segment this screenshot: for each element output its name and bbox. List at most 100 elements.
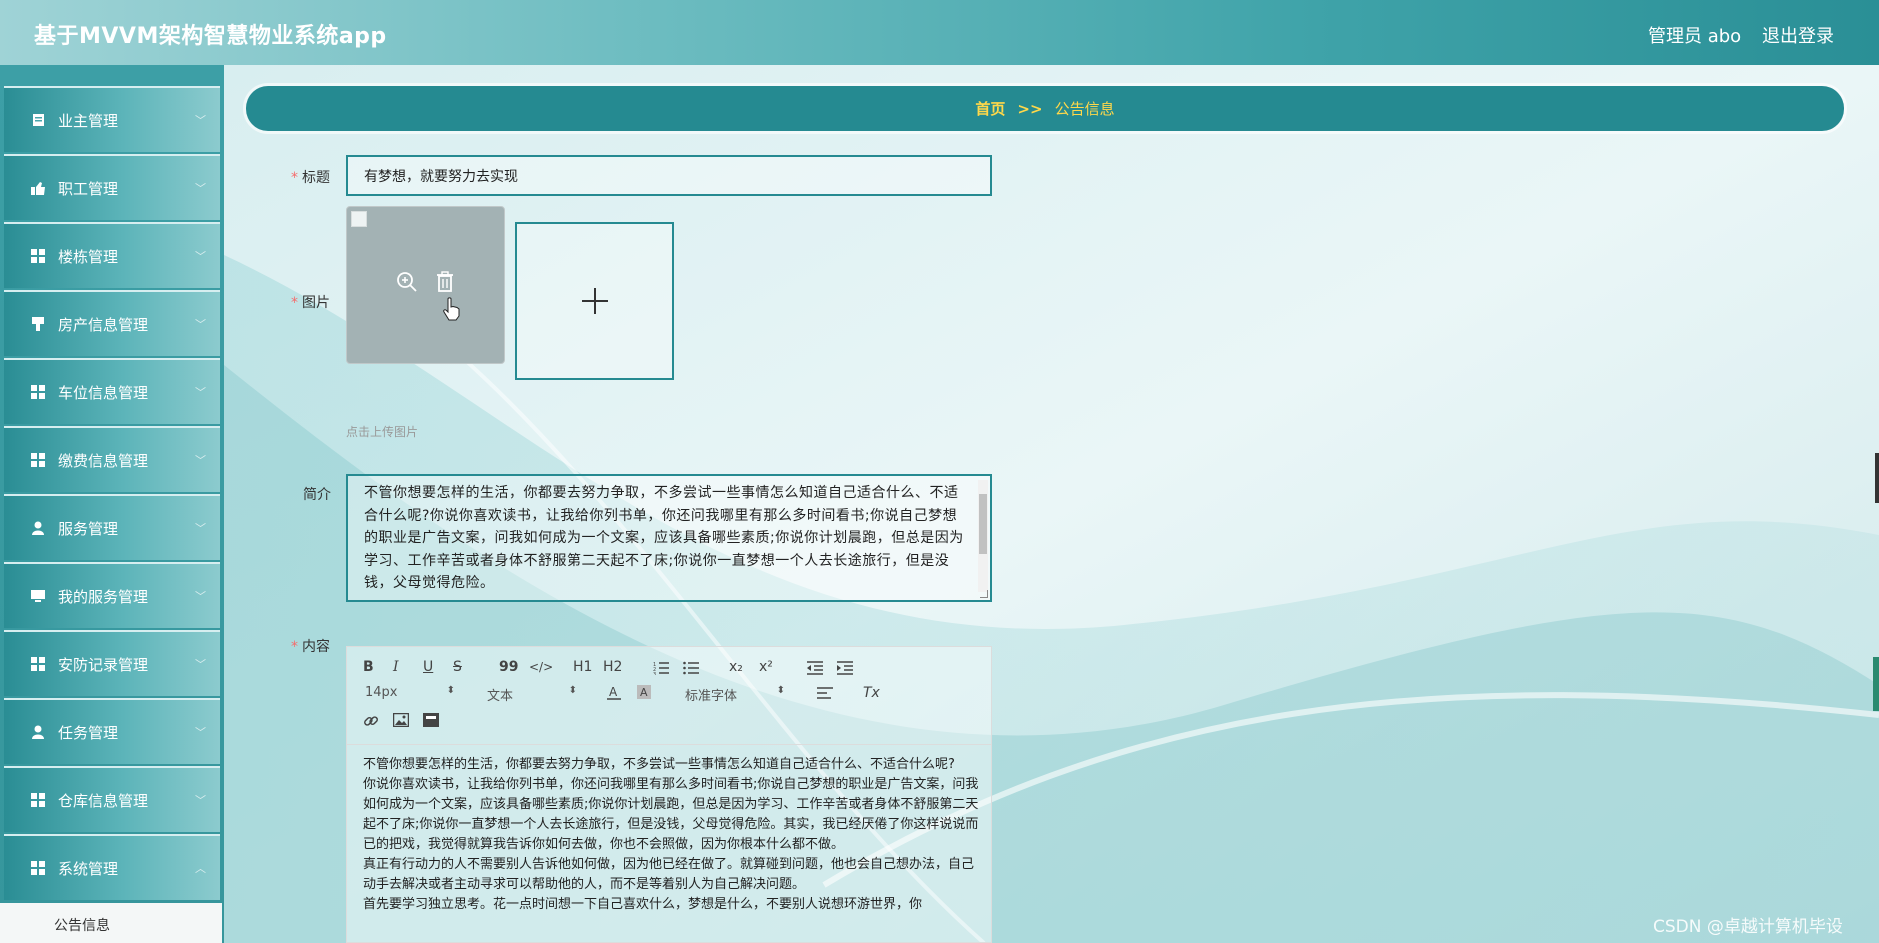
page-scrollbar-thumb[interactable]: [1875, 453, 1879, 503]
clear-format-button[interactable]: Tx: [863, 685, 880, 701]
sidebar-item-label: 职工管理: [58, 179, 119, 198]
grid-icon: [30, 384, 46, 400]
sidebar-item-label: 业主管理: [58, 111, 119, 130]
rich-text-editor: B I U S 99 </> H1 H2 123 x₂ x² 14px ⬍ 文本 ⬍…: [346, 646, 992, 943]
paragraph-select[interactable]: 文本 ⬍: [487, 685, 577, 704]
grid-icon: [30, 792, 46, 808]
chevron-down-icon: ﹀: [195, 114, 206, 127]
chevron-down-icon: ﹀: [195, 182, 206, 195]
outdent-icon[interactable]: [807, 661, 823, 675]
sidebar-item-payment[interactable]: 缴费信息管理 ﹀: [4, 426, 220, 492]
sidebar-item-owner[interactable]: 业主管理 ﹀: [4, 86, 220, 152]
sidebar-item-property[interactable]: 房产信息管理 ﹀: [4, 290, 220, 356]
sidebar-item-label: 系统管理: [58, 859, 119, 878]
sidebar-item-label: 车位信息管理: [58, 383, 149, 402]
header-2-button[interactable]: H2: [603, 659, 622, 675]
underline-button[interactable]: U: [423, 659, 433, 675]
sidebar: 业主管理 ﹀ 职工管理 ﹀ 楼栋管理 ﹀ 房产信息管理 ﹀ 车位信息管理 ﹀ 缴…: [0, 65, 224, 943]
monitor-icon: [30, 588, 46, 604]
editor-paragraph: 不管你想要怎样的生活，你都要去努力争取，不多尝试一些事情怎么知道自己适合什么、不…: [363, 757, 955, 772]
sidebar-item-label: 楼栋管理: [58, 247, 119, 266]
editor-paragraph: 你说你喜欢读书，让我给你列书单，你还问我哪里有那么多时间看书;你说自己梦想的职业…: [363, 777, 979, 852]
image-icon[interactable]: [393, 713, 409, 727]
sidebar-item-warehouse[interactable]: 仓库信息管理 ﹀: [4, 766, 220, 832]
breadcrumb-current: 公告信息: [1054, 100, 1115, 118]
editor-paragraph: 首先要学习独立思考。花一点时间想一下自己喜欢什么，梦想是什么，不要别人说想环游世…: [363, 897, 923, 912]
sidebar-item-label: 缴费信息管理: [58, 451, 149, 470]
thumb-icon: [30, 180, 46, 196]
intro-textarea[interactable]: 不管你想要怎样的生活，你都要去努力争取，不多尝试一些事情怎么知道自己适合什么、不…: [346, 474, 992, 602]
delete-icon[interactable]: [435, 271, 455, 293]
hand-cursor-icon: [443, 297, 460, 321]
subscript-button[interactable]: x₂: [729, 659, 743, 675]
breadcrumb-separator: >>: [1017, 99, 1043, 118]
breadcrumb-home[interactable]: 首页: [975, 98, 1005, 119]
grid-icon: [30, 656, 46, 672]
uploaded-image-thumbnail[interactable]: [346, 206, 505, 364]
clipboard-icon: [30, 112, 46, 128]
ordered-list-icon[interactable]: 123: [653, 661, 669, 675]
title-input[interactable]: [346, 155, 992, 196]
sidebar-subitem-announcement[interactable]: 公告信息: [0, 903, 222, 943]
app-title: 基于MVVM架构智慧物业系统app: [34, 24, 387, 49]
upload-hint: 点击上传图片: [346, 425, 419, 439]
breadcrumb: 首页 >> 公告信息: [246, 86, 1844, 131]
sidebar-item-building[interactable]: 楼栋管理 ﹀: [4, 222, 220, 288]
sidebar-item-service[interactable]: 服务管理 ﹀: [4, 494, 220, 560]
intro-scrollbar[interactable]: [978, 480, 988, 592]
sidebar-item-label: 服务管理: [58, 519, 119, 538]
code-block-button[interactable]: </>: [529, 660, 553, 674]
chair-icon: [30, 316, 46, 332]
header-1-button[interactable]: H1: [573, 659, 592, 675]
broken-image-icon: [351, 211, 367, 227]
sidebar-item-parking[interactable]: 车位信息管理 ﹀: [4, 358, 220, 424]
user-icon: [30, 724, 46, 740]
intro-label: 简介: [303, 487, 331, 503]
chevron-down-icon: ﹀: [195, 454, 206, 467]
blockquote-button[interactable]: 99: [499, 659, 518, 675]
logout-button[interactable]: 退出登录: [1762, 22, 1834, 48]
page-side-tab[interactable]: [1873, 657, 1879, 711]
sidebar-item-label: 任务管理: [58, 723, 119, 742]
resize-handle[interactable]: [980, 590, 988, 598]
editor-content[interactable]: 不管你想要怎样的生活，你都要去努力争取，不多尝试一些事情怎么知道自己适合什么、不…: [363, 755, 979, 915]
svg-text:A: A: [609, 685, 618, 699]
intro-text: 不管你想要怎样的生活，你都要去努力争取，不多尝试一些事情怎么知道自己适合什么、不…: [364, 485, 964, 592]
sidebar-item-my-service[interactable]: 我的服务管理 ﹀: [4, 562, 220, 628]
grid-icon: [30, 860, 46, 876]
sidebar-item-label: 仓库信息管理: [58, 791, 149, 810]
link-icon[interactable]: [363, 713, 379, 729]
indent-icon[interactable]: [837, 661, 853, 675]
watermark: CSDN @卓越计算机毕设: [1653, 917, 1843, 937]
align-icon[interactable]: [817, 687, 833, 699]
editor-toolbar: B I U S 99 </> H1 H2 123 x₂ x² 14px ⬍ 文本 ⬍…: [347, 647, 991, 745]
strikethrough-button[interactable]: S: [453, 659, 462, 675]
user-icon: [30, 520, 46, 536]
sidebar-item-label: 我的服务管理: [58, 587, 149, 606]
video-icon[interactable]: [423, 713, 439, 727]
svg-text:A: A: [640, 686, 648, 699]
bullet-list-icon[interactable]: [683, 661, 699, 675]
content-label: * 内容: [291, 639, 330, 655]
admin-user-label: 管理员 abo: [1648, 26, 1742, 47]
italic-button[interactable]: I: [393, 659, 399, 675]
chevron-down-icon: ﹀: [195, 658, 206, 671]
font-family-select[interactable]: 标准字体 ⬍: [685, 685, 785, 704]
superscript-button[interactable]: x²: [759, 659, 773, 675]
font-size-select[interactable]: 14px ⬍: [365, 685, 455, 700]
grid-icon: [30, 248, 46, 264]
svg-text:3: 3: [653, 672, 656, 675]
background-color-icon[interactable]: A: [637, 685, 651, 701]
zoom-in-icon[interactable]: [396, 271, 418, 293]
bold-button[interactable]: B: [363, 659, 374, 675]
font-color-icon[interactable]: A: [607, 685, 621, 701]
sidebar-item-system[interactable]: 系统管理 ︿: [4, 834, 220, 900]
chevron-down-icon: ﹀: [195, 590, 206, 603]
sidebar-item-label: 安防记录管理: [58, 655, 149, 674]
title-label: * 标题: [291, 170, 330, 186]
image-upload-button[interactable]: [515, 222, 674, 380]
chevron-down-icon: ﹀: [195, 522, 206, 535]
sidebar-item-task[interactable]: 任务管理 ﹀: [4, 698, 220, 764]
sidebar-item-staff[interactable]: 职工管理 ﹀: [4, 154, 220, 220]
sidebar-item-security[interactable]: 安防记录管理 ﹀: [4, 630, 220, 696]
